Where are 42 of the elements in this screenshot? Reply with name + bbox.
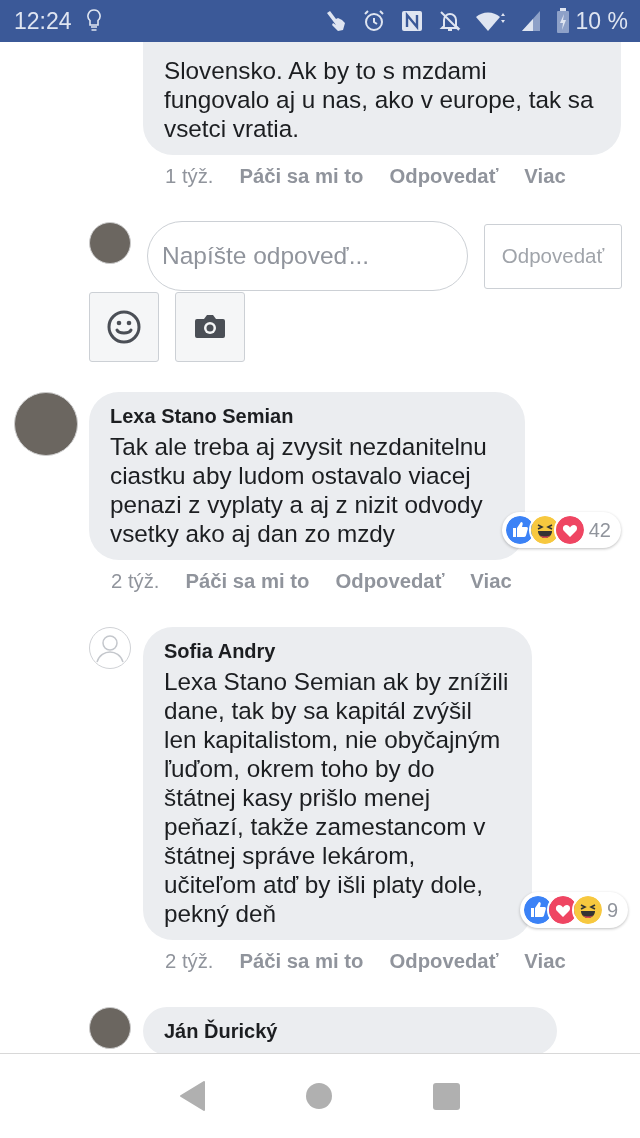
heart-reaction-icon <box>548 896 577 924</box>
reply-link[interactable]: Odpovedať <box>335 569 445 593</box>
muted-bell-icon <box>437 9 462 33</box>
battery-percentage: 10 % <box>575 7 628 35</box>
more-link[interactable]: Viac <box>524 164 566 188</box>
heart-reaction-icon <box>555 516 584 544</box>
reply-link[interactable]: Odpovedať <box>389 164 499 188</box>
like-reaction-icon <box>523 896 552 924</box>
like-link[interactable]: Páči sa mi to <box>239 949 364 973</box>
comment-author[interactable]: Lexa Stano Semian <box>110 404 504 428</box>
avatar[interactable] <box>89 1007 131 1049</box>
nfc-icon <box>399 9 424 33</box>
like-link[interactable]: Páči sa mi to <box>185 569 310 593</box>
more-link[interactable]: Viac <box>524 949 566 973</box>
comment-text: Slovensko. Ak by to s mzdami fungovalo aj u nas, ako v europe, tak sa vsetci vratia. <box>164 56 595 143</box>
comment-time: 2 týž. <box>165 949 214 973</box>
avatar[interactable] <box>89 222 131 264</box>
signal-icon <box>519 9 542 33</box>
smiley-icon <box>107 310 141 344</box>
comment-time: 1 týž. <box>165 164 214 188</box>
like-reaction-icon <box>505 516 534 544</box>
comment-time: 2 týž. <box>111 569 160 593</box>
wifi-icon <box>475 9 506 33</box>
comment-author[interactable]: Ján Ďurický <box>164 1019 536 1043</box>
camera-button[interactable] <box>175 292 245 362</box>
status-time: 12:24 <box>14 7 72 35</box>
comment-text: Lexa Stano Semian ak by znížili dane, tak by sa kapitál zvýšil len kapitalistom, nie obyčajným ľuďom, okrem toho by do štátnej kasy prišlo menej peňazí, takže zamestancom v štátnej správe lekárom, učiteľom atď by išli platy dole, pekný deň <box>164 667 510 928</box>
reply-input-field[interactable]: Napíšte odpoveď... <box>147 221 468 291</box>
laughing-reaction-icon <box>573 896 602 924</box>
more-link[interactable]: Viac <box>470 569 512 593</box>
emoji-button[interactable] <box>89 292 159 362</box>
like-link[interactable]: Páči sa mi to <box>239 164 364 188</box>
comment-text: Tak ale treba aj zvysit nezdanitelnu ciastku aby ludom ostavalo viacej penazi z vyplaty a aj z nizit odvody vsetky ako aj dan zo mzdy <box>110 432 488 548</box>
reactions-summary[interactable]: 42 <box>501 512 621 548</box>
reactions-summary[interactable]: 9 <box>519 892 628 928</box>
reply-link[interactable]: Odpovedať <box>389 949 499 973</box>
comment-author[interactable]: Sofia Andry <box>164 639 511 663</box>
laughing-reaction-icon <box>530 516 559 544</box>
camera-icon <box>194 314 226 340</box>
lightbulb-icon <box>85 8 102 34</box>
reply-button[interactable]: Odpovedať <box>484 223 622 289</box>
battery-icon <box>555 8 570 34</box>
